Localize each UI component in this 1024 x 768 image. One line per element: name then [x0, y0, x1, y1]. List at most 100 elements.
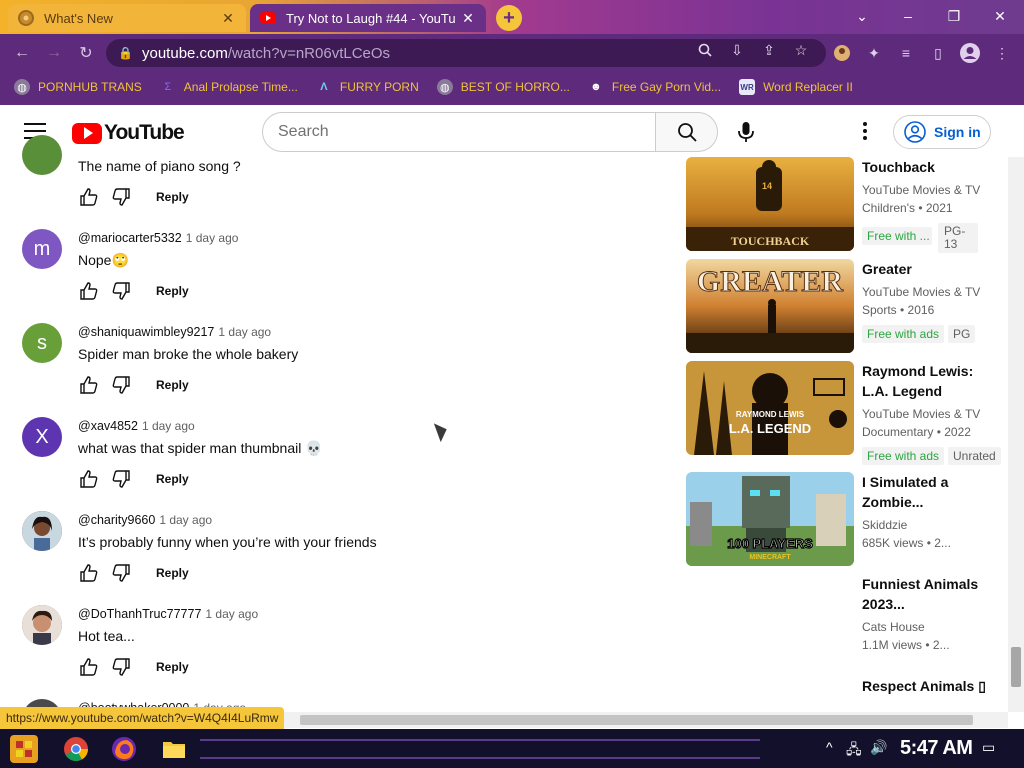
vertical-scrollbar[interactable]: [1008, 157, 1024, 712]
network-icon[interactable]: 🖧: [846, 739, 862, 763]
reply-button[interactable]: Reply: [156, 378, 189, 392]
video-title[interactable]: I Simulated a Zombie...: [862, 472, 1002, 512]
extension-avatar-icon[interactable]: [830, 41, 854, 65]
sign-in-button[interactable]: Sign in: [893, 115, 991, 149]
new-tab-button[interactable]: +: [496, 5, 522, 31]
avatar[interactable]: s: [22, 323, 62, 363]
dislike-icon[interactable]: [110, 374, 132, 396]
reply-button[interactable]: Reply: [156, 472, 189, 486]
video-title[interactable]: Touchback: [862, 157, 1002, 177]
profile-icon[interactable]: [958, 41, 982, 65]
video-title[interactable]: Respect Animals ▯: [862, 676, 1002, 696]
restore-button[interactable]: ❐: [934, 4, 974, 28]
side-panel-icon[interactable]: ▯: [926, 41, 950, 65]
video-title[interactable]: Raymond Lewis: L.A. Legend: [862, 361, 1002, 401]
tab-search-icon[interactable]: ⌄: [842, 4, 882, 28]
voice-search-button[interactable]: [730, 117, 762, 147]
avatar[interactable]: [22, 605, 62, 645]
media-icon[interactable]: ≡: [894, 41, 918, 65]
settings-kebab-icon[interactable]: [856, 119, 874, 143]
like-icon[interactable]: [78, 186, 100, 208]
firefox-icon[interactable]: [110, 735, 138, 763]
recommended-video[interactable]: Respect Animals ▯: [686, 676, 1006, 712]
bookmark-item[interactable]: ◍ BEST OF HORRO...: [436, 79, 570, 95]
recommended-video[interactable]: RAYMOND LEWIS L.A. LEGEND Raymond Lewis:…: [686, 361, 1006, 465]
minimize-button[interactable]: –: [888, 4, 928, 28]
share-icon[interactable]: ⇪: [758, 39, 780, 61]
like-icon[interactable]: [78, 280, 100, 302]
comment-time[interactable]: 1 day ago: [159, 513, 212, 527]
chrome-menu-icon[interactable]: ⋮: [990, 41, 1014, 65]
search-button[interactable]: [655, 112, 718, 152]
like-icon[interactable]: [78, 374, 100, 396]
like-icon[interactable]: [78, 562, 100, 584]
bookmark-item[interactable]: ☻ Free Gay Porn Vid...: [588, 79, 721, 95]
close-tab-icon[interactable]: ✕: [220, 10, 236, 27]
recommended-video[interactable]: GREATER Greater YouTube Movies & TV Spor…: [686, 259, 1006, 355]
dislike-icon[interactable]: [110, 186, 132, 208]
video-title[interactable]: Funniest Animals 2023...: [862, 574, 1002, 614]
avatar[interactable]: X: [22, 417, 62, 457]
video-thumbnail[interactable]: 100 PLAYERS MINECRAFT: [686, 472, 854, 566]
scrollbar-thumb[interactable]: [300, 715, 973, 725]
volume-icon[interactable]: 🔊: [870, 739, 887, 756]
bookmark-item[interactable]: ◍ PORNHUB TRANS: [14, 79, 142, 95]
recommended-video[interactable]: 100 PLAYERS MINECRAFT I Simulated a Zomb…: [686, 472, 1006, 568]
like-icon[interactable]: [78, 656, 100, 678]
chrome-icon[interactable]: [62, 735, 90, 763]
video-channel[interactable]: YouTube Movies & TV: [862, 183, 1002, 197]
start-menu-icon[interactable]: [10, 735, 38, 763]
comment-author[interactable]: @shaniquawimbley9217: [78, 325, 214, 339]
video-channel[interactable]: Cats House: [862, 620, 1002, 634]
comment-time[interactable]: 1 day ago: [186, 231, 239, 245]
notifications-icon[interactable]: ▭: [982, 739, 995, 756]
scrollbar-thumb[interactable]: [1011, 647, 1021, 687]
extensions-puzzle-icon[interactable]: ✦: [862, 41, 886, 65]
video-channel[interactable]: YouTube Movies & TV: [862, 407, 1002, 421]
comment-author[interactable]: @mariocarter5332: [78, 231, 182, 245]
dislike-icon[interactable]: [110, 562, 132, 584]
avatar[interactable]: [22, 135, 62, 175]
comment-time[interactable]: 1 day ago: [218, 325, 271, 339]
bookmark-item[interactable]: Σ Anal Prolapse Time...: [160, 79, 297, 95]
taskbar-clock[interactable]: 5:47 AM: [900, 737, 973, 760]
video-thumbnail[interactable]: 14 TOUCHBACK: [686, 157, 854, 251]
tab-youtube-video[interactable]: Try Not to Laugh #44 - YouTu ✕: [250, 4, 486, 32]
search-icon[interactable]: [694, 39, 716, 61]
bookmark-star-icon[interactable]: ☆: [790, 39, 812, 61]
recommended-video[interactable]: Funniest Animals 2023... Cats House 1.1M…: [686, 574, 1006, 670]
dislike-icon[interactable]: [110, 280, 132, 302]
video-thumbnail[interactable]: RAYMOND LEWIS L.A. LEGEND: [686, 361, 854, 455]
show-hidden-icons-icon[interactable]: ^: [826, 739, 833, 755]
dislike-icon[interactable]: [110, 468, 132, 490]
dislike-icon[interactable]: [110, 656, 132, 678]
install-app-icon[interactable]: ⇩: [726, 39, 748, 61]
close-window-button[interactable]: ✕: [980, 4, 1020, 28]
comment-time[interactable]: 1 day ago: [142, 419, 195, 433]
file-explorer-icon[interactable]: [160, 735, 188, 763]
like-icon[interactable]: [78, 468, 100, 490]
bookmark-item[interactable]: Λ FURRY PORN: [316, 79, 419, 95]
video-channel[interactable]: YouTube Movies & TV: [862, 285, 1002, 299]
bookmark-item[interactable]: WR Word Replacer II: [739, 79, 853, 95]
reload-icon[interactable]: ↻: [74, 41, 98, 65]
comment-author[interactable]: @DoThanhTruc77777: [78, 607, 201, 621]
back-icon[interactable]: ←: [10, 41, 34, 65]
recommended-video[interactable]: 14 TOUCHBACK Touchback YouTube Movies & …: [686, 157, 1006, 253]
reply-button[interactable]: Reply: [156, 284, 189, 298]
reply-button[interactable]: Reply: [156, 566, 189, 580]
video-thumbnail[interactable]: [686, 574, 854, 668]
tab-whats-new[interactable]: What's New ✕: [8, 4, 246, 32]
comment-time[interactable]: 1 day ago: [205, 607, 258, 621]
avatar[interactable]: m: [22, 229, 62, 269]
reply-button[interactable]: Reply: [156, 190, 189, 204]
forward-icon[interactable]: →: [42, 41, 66, 65]
video-title[interactable]: Greater: [862, 259, 1002, 279]
avatar[interactable]: [22, 511, 62, 551]
video-channel[interactable]: Skiddzie: [862, 518, 1002, 532]
reply-button[interactable]: Reply: [156, 660, 189, 674]
comment-author[interactable]: @charity9660: [78, 513, 155, 527]
address-bar[interactable]: 🔒 youtube.com/watch?v=nR06vtLCeOs: [106, 39, 826, 67]
comment-author[interactable]: @xav4852: [78, 419, 138, 433]
close-tab-icon[interactable]: ✕: [460, 10, 476, 27]
